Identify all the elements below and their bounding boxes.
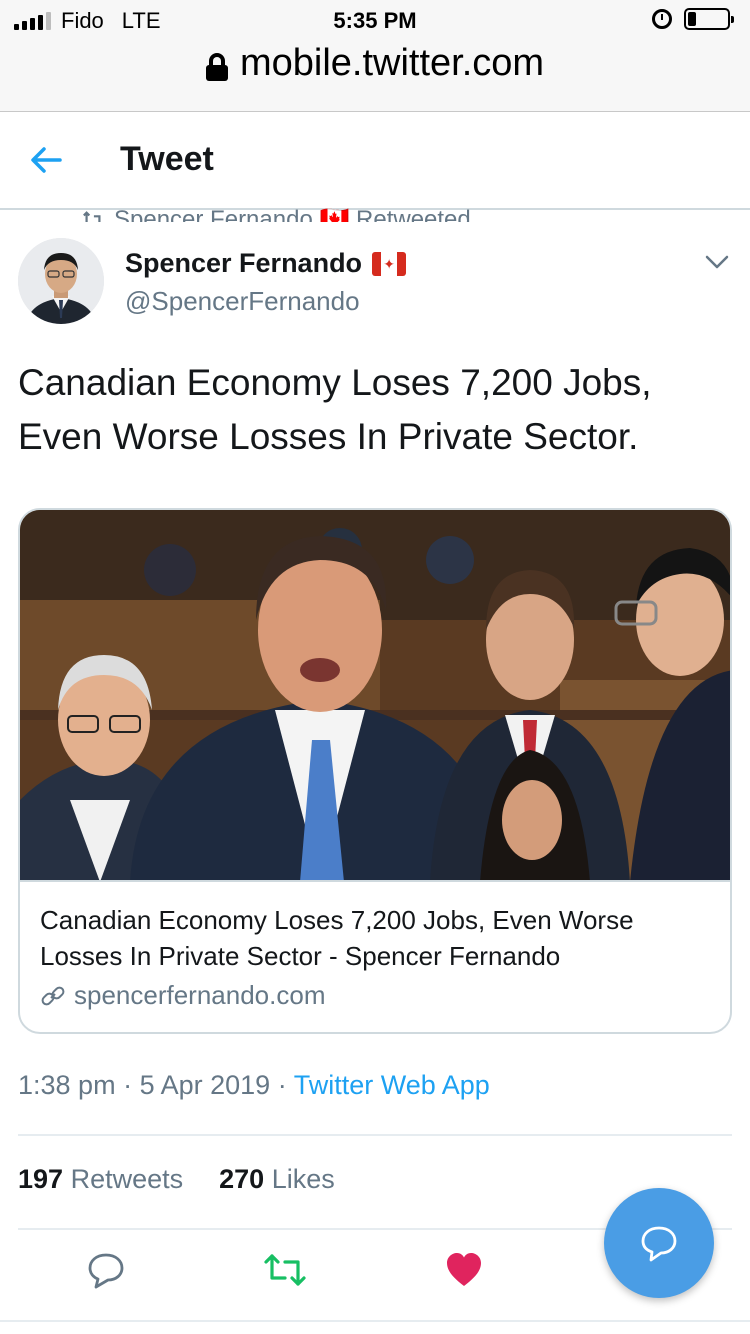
likes-stat[interactable]: 270 Likes: [219, 1164, 335, 1195]
retweet-context-text: Spencer Fernando 🇨🇦 Retweeted: [114, 206, 471, 222]
retweet-icon: [83, 210, 101, 222]
divider: [18, 1134, 732, 1136]
heart-icon: [447, 1253, 481, 1286]
tweet-date: 5 Apr 2019: [139, 1070, 271, 1100]
retweet-button[interactable]: [263, 1250, 307, 1294]
url-text: mobile.twitter.com: [239, 42, 545, 84]
alarm-icon: [652, 9, 672, 29]
page-title: Tweet: [120, 140, 214, 178]
like-button[interactable]: [444, 1250, 488, 1294]
retweets-label: Retweets: [70, 1164, 184, 1194]
status-bar: Fido LTE 5:35 PM mobile.twitter.com: [0, 0, 750, 112]
tweet-source-link[interactable]: Twitter Web App: [294, 1070, 490, 1100]
chevron-down-icon: [705, 255, 729, 269]
tweet-stats: 197 Retweets 270 Likes: [18, 1164, 335, 1195]
retweet-context: Spencer Fernando 🇨🇦 Retweeted: [82, 196, 602, 222]
retweets-stat[interactable]: 197 Retweets: [18, 1164, 183, 1195]
lock-icon: [205, 52, 228, 81]
speech-bubble-icon: [88, 1253, 124, 1289]
retweet-icon: [264, 1254, 306, 1286]
card-title: Canadian Economy Loses 7,200 Jobs, Even …: [40, 905, 634, 971]
compose-button[interactable]: [604, 1188, 714, 1298]
battery-icon: [684, 8, 734, 30]
retweets-count: 197: [18, 1164, 64, 1194]
likes-label: Likes: [271, 1164, 335, 1194]
address-bar[interactable]: mobile.twitter.com: [0, 42, 750, 85]
clock: 5:35 PM: [333, 8, 417, 33]
author-name[interactable]: Spencer Fernando ✦: [125, 248, 407, 279]
arrow-left-icon: [31, 147, 62, 173]
avatar[interactable]: [18, 238, 104, 324]
tweet-timestamp: 1:38 pm · 5 Apr 2019 · Twitter Web App: [18, 1070, 490, 1100]
tweet-time: 1:38 pm: [18, 1070, 116, 1100]
card-domain: spencerfernando.com: [40, 980, 325, 1011]
more-options-button[interactable]: [702, 250, 732, 274]
card-domain-text: spencerfernando.com: [74, 980, 326, 1010]
author-name-text: Spencer Fernando: [125, 248, 363, 278]
speech-bubble-icon: [641, 1226, 677, 1262]
likes-count: 270: [219, 1164, 265, 1194]
reply-button[interactable]: [86, 1250, 130, 1294]
link-icon: [41, 986, 65, 1005]
back-button[interactable]: [28, 142, 68, 182]
author-handle[interactable]: @SpencerFernando: [125, 286, 360, 317]
canada-flag-icon: ✦: [372, 251, 407, 276]
card-image: [20, 510, 730, 882]
divider: [0, 1320, 750, 1322]
link-card[interactable]: Canadian Economy Loses 7,200 Jobs, Even …: [18, 508, 732, 1034]
tweet-text: Canadian Economy Loses 7,200 Jobs, Even …: [18, 362, 652, 457]
